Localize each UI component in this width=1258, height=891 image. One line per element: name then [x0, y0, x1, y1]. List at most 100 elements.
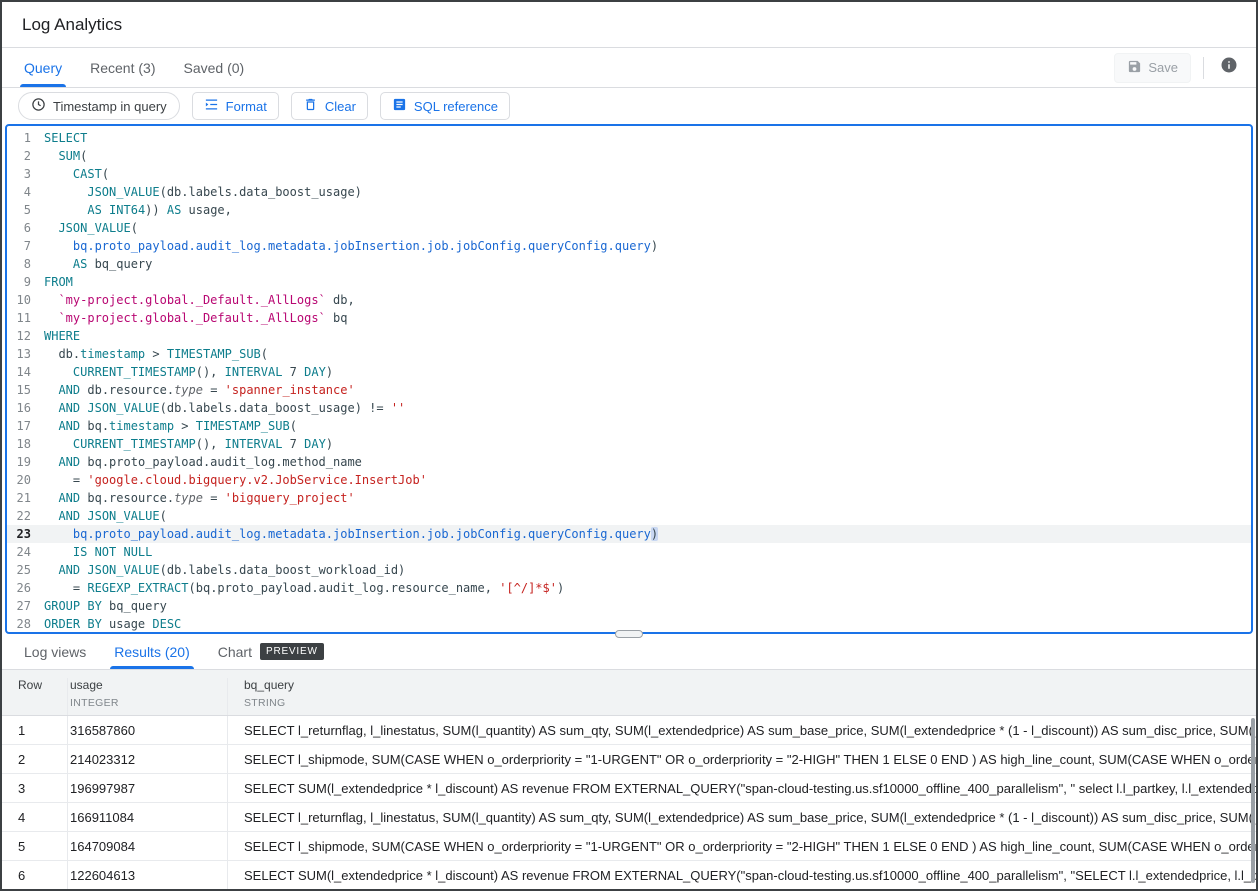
code-line-3[interactable]: 3 CAST( [7, 165, 1251, 183]
code-line-21[interactable]: 21 AND bq.resource.type = 'bigquery_proj… [7, 489, 1251, 507]
code-line-2[interactable]: 2 SUM( [7, 147, 1251, 165]
tab-results-label: Results (20) [114, 644, 189, 660]
editor-resize-handle[interactable] [615, 630, 643, 638]
tab-saved-label: Saved (0) [183, 60, 244, 76]
results-panel: Log views Results (20) Chart PREVIEW Row… [2, 634, 1256, 889]
results-table-header: Row usage INTEGER bq_query STRING [2, 670, 1256, 716]
line-number: 21 [7, 489, 31, 507]
table-row: 2214023312SELECT l_shipmode, SUM(CASE WH… [2, 745, 1256, 774]
code-line-8[interactable]: 8 AS bq_query [7, 255, 1251, 273]
code-line-27[interactable]: 27GROUP BY bq_query [7, 597, 1251, 615]
line-number: 2 [7, 147, 31, 165]
line-number: 3 [7, 165, 31, 183]
code-line-25[interactable]: 25 AND JSON_VALUE(db.labels.data_boost_w… [7, 561, 1251, 579]
line-number: 6 [7, 219, 31, 237]
code-lines: 1SELECT2 SUM(3 CAST(4 JSON_VALUE(db.labe… [7, 126, 1251, 633]
sql-reference-button[interactable]: SQL reference [380, 92, 510, 120]
log-analytics-page: Log Analytics Query Recent (3) Saved (0)… [0, 0, 1258, 891]
line-number: 10 [7, 291, 31, 309]
code-line-5[interactable]: 5 AS INT64)) AS usage, [7, 201, 1251, 219]
save-icon [1127, 59, 1142, 77]
code-line-24[interactable]: 24 IS NOT NULL [7, 543, 1251, 561]
clock-icon [31, 97, 46, 115]
code-line-23[interactable]: 23 bq.proto_payload.audit_log.metadata.j… [7, 525, 1251, 543]
tab-results[interactable]: Results (20) [100, 634, 203, 669]
line-number: 23 [7, 525, 31, 543]
table-row: 3196997987SELECT SUM(l_extendedprice * l… [2, 774, 1256, 803]
cell-usage: 166911084 [68, 803, 228, 831]
line-number: 20 [7, 471, 31, 489]
tab-chart[interactable]: Chart PREVIEW [204, 634, 338, 669]
line-number: 25 [7, 561, 31, 579]
table-row: 6122604613SELECT SUM(l_extendedprice * l… [2, 861, 1256, 889]
line-number: 16 [7, 399, 31, 417]
code-line-4[interactable]: 4 JSON_VALUE(db.labels.data_boost_usage) [7, 183, 1251, 201]
tab-query-label: Query [24, 60, 62, 76]
code-line-6[interactable]: 6 JSON_VALUE( [7, 219, 1251, 237]
timestamp-in-query-chip[interactable]: Timestamp in query [18, 92, 180, 120]
cell-bq-query: SELECT SUM(l_extendedprice * l_discount)… [228, 868, 1256, 883]
cell-usage: 122604613 [68, 861, 228, 889]
sql-reference-label: SQL reference [414, 99, 498, 114]
column-header-row: Row [2, 678, 68, 715]
clear-button-label: Clear [325, 99, 356, 114]
format-button-label: Format [226, 99, 267, 114]
code-line-11[interactable]: 11 `my-project.global._Default._AllLogs`… [7, 309, 1251, 327]
cell-row-number: 3 [2, 774, 68, 802]
cell-row-number: 6 [2, 861, 68, 889]
tab-chart-label: Chart [218, 644, 252, 660]
code-line-20[interactable]: 20 = 'google.cloud.bigquery.v2.JobServic… [7, 471, 1251, 489]
cell-row-number: 4 [2, 803, 68, 831]
tab-log-views[interactable]: Log views [10, 634, 100, 669]
code-line-18[interactable]: 18 CURRENT_TIMESTAMP(), INTERVAL 7 DAY) [7, 435, 1251, 453]
column-header-usage: usage INTEGER [68, 678, 228, 715]
code-line-14[interactable]: 14 CURRENT_TIMESTAMP(), INTERVAL 7 DAY) [7, 363, 1251, 381]
code-line-19[interactable]: 19 AND bq.proto_payload.audit_log.method… [7, 453, 1251, 471]
clear-button[interactable]: Clear [291, 92, 368, 120]
code-line-15[interactable]: 15 AND db.resource.type = 'spanner_insta… [7, 381, 1251, 399]
editor-container: 1SELECT2 SUM(3 CAST(4 JSON_VALUE(db.labe… [5, 124, 1253, 634]
info-button[interactable] [1216, 55, 1242, 81]
line-number: 14 [7, 363, 31, 381]
line-number: 22 [7, 507, 31, 525]
tab-saved[interactable]: Saved (0) [169, 48, 258, 87]
tab-query[interactable]: Query [10, 48, 76, 87]
code-line-9[interactable]: 9FROM [7, 273, 1251, 291]
tab-recent-label: Recent (3) [90, 60, 155, 76]
format-button[interactable]: Format [192, 92, 279, 120]
cell-usage: 316587860 [68, 716, 228, 744]
line-number: 11 [7, 309, 31, 327]
line-number: 27 [7, 597, 31, 615]
save-button[interactable]: Save [1114, 53, 1191, 83]
line-number: 17 [7, 417, 31, 435]
app-header: Log Analytics [2, 2, 1256, 48]
results-scrollbar[interactable] [1251, 718, 1255, 883]
code-line-13[interactable]: 13 db.timestamp > TIMESTAMP_SUB( [7, 345, 1251, 363]
line-number: 12 [7, 327, 31, 345]
line-number: 4 [7, 183, 31, 201]
code-line-17[interactable]: 17 AND bq.timestamp > TIMESTAMP_SUB( [7, 417, 1251, 435]
code-line-1[interactable]: 1SELECT [7, 129, 1251, 147]
query-tabbar: Query Recent (3) Saved (0) Save [2, 48, 1256, 88]
table-row: 5164709084SELECT l_shipmode, SUM(CASE WH… [2, 832, 1256, 861]
code-line-26[interactable]: 26 = REGEXP_EXTRACT(bq.proto_payload.aud… [7, 579, 1251, 597]
cell-bq-query: SELECT SUM(l_extendedprice * l_discount)… [228, 781, 1256, 796]
code-line-12[interactable]: 12WHERE [7, 327, 1251, 345]
line-number: 5 [7, 201, 31, 219]
table-row: 1316587860SELECT l_returnflag, l_linesta… [2, 716, 1256, 745]
code-line-7[interactable]: 7 bq.proto_payload.audit_log.metadata.jo… [7, 237, 1251, 255]
info-icon [1220, 56, 1238, 79]
line-number: 7 [7, 237, 31, 255]
sql-editor[interactable]: 1SELECT2 SUM(3 CAST(4 JSON_VALUE(db.labe… [5, 124, 1253, 634]
tab-recent[interactable]: Recent (3) [76, 48, 169, 87]
code-line-10[interactable]: 10 `my-project.global._Default._AllLogs`… [7, 291, 1251, 309]
tabbar-actions: Save [1114, 48, 1248, 87]
line-number: 18 [7, 435, 31, 453]
table-row: 4166911084SELECT l_returnflag, l_linesta… [2, 803, 1256, 832]
line-number: 1 [7, 129, 31, 147]
cell-bq-query: SELECT l_shipmode, SUM(CASE WHEN o_order… [228, 839, 1256, 854]
page-title: Log Analytics [22, 15, 122, 35]
code-line-16[interactable]: 16 AND JSON_VALUE(db.labels.data_boost_u… [7, 399, 1251, 417]
code-line-22[interactable]: 22 AND JSON_VALUE( [7, 507, 1251, 525]
sql-reference-icon [392, 97, 407, 115]
